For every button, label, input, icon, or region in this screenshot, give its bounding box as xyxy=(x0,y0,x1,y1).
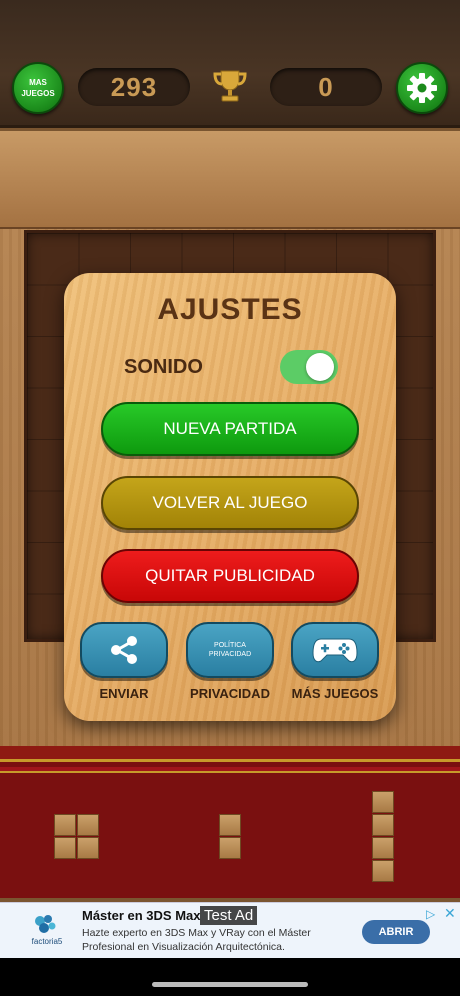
settings-button[interactable] xyxy=(396,62,448,114)
block-piece[interactable] xyxy=(77,814,99,836)
settings-dialog: AJUSTES SONIDO NUEVA PARTIDA VOLVER AL J… xyxy=(64,273,396,721)
privacy-label: PRIVACIDAD xyxy=(190,686,270,701)
remove-ads-button[interactable]: QUITAR PUBLICIDAD xyxy=(101,549,359,603)
gamepad-icon xyxy=(312,638,358,663)
block-piece[interactable] xyxy=(54,837,76,859)
share-label: ENVIAR xyxy=(99,686,149,701)
sound-toggle[interactable] xyxy=(280,350,338,384)
best-score-display: 0 xyxy=(270,68,382,106)
block-piece[interactable] xyxy=(219,837,241,859)
share-icon xyxy=(111,636,137,664)
sound-label: SONIDO xyxy=(124,356,203,378)
ad-brand: factoria5 xyxy=(32,937,63,946)
block-piece[interactable] xyxy=(372,791,394,813)
wood-plank xyxy=(0,131,460,229)
ad-choices-icon[interactable]: ▷ xyxy=(426,907,435,921)
close-icon[interactable]: ✕ xyxy=(444,905,456,922)
block-piece[interactable] xyxy=(219,814,241,836)
toggle-knob xyxy=(306,353,334,381)
factoria5-logo: factoria5 xyxy=(32,915,63,946)
more-games-line1: MAS xyxy=(29,78,47,87)
tray-band xyxy=(0,767,460,773)
piece-tray xyxy=(0,746,460,898)
tray-band xyxy=(0,746,460,762)
privacy-icon-line2: PRIVACIDAD xyxy=(208,651,252,658)
ad-title[interactable]: Máster en 3DS Max xyxy=(82,908,201,923)
back-to-game-button[interactable]: VOLVER AL JUEGO xyxy=(101,476,359,530)
test-ad-tag: Test Ad xyxy=(200,906,258,925)
block-piece[interactable] xyxy=(54,814,76,836)
more-games-line2: JUEGOS xyxy=(21,89,55,98)
privacy-icon-line1: POLÍTICA xyxy=(214,642,246,649)
block-piece[interactable] xyxy=(77,837,99,859)
ad-description: Hazte experto en 3DS Max y VRay con el M… xyxy=(82,927,311,953)
trophy-icon xyxy=(213,70,247,102)
more-games-button[interactable]: MAS JUEGOS xyxy=(12,62,64,114)
gear-icon xyxy=(407,73,437,103)
system-nav-bar xyxy=(0,958,460,996)
ad-open-button[interactable]: ABRIR xyxy=(362,920,430,944)
more-games-label: MÁS JUEGOS xyxy=(291,686,379,701)
block-piece[interactable] xyxy=(372,837,394,859)
home-indicator[interactable] xyxy=(152,982,308,987)
new-game-button[interactable]: NUEVA PARTIDA xyxy=(101,402,359,456)
more-games-dialog-button[interactable] xyxy=(291,622,379,678)
block-piece[interactable] xyxy=(372,814,394,836)
top-bar: MAS JUEGOS 293 0 xyxy=(0,0,460,128)
privacy-button[interactable]: POLÍTICA PRIVACIDAD xyxy=(186,622,274,678)
score-display: 293 xyxy=(78,68,190,106)
share-button[interactable] xyxy=(80,622,168,678)
dialog-title: AJUSTES xyxy=(157,293,303,326)
ad-banner[interactable]: factoria5 Máster en 3DS Max Hazte expert… xyxy=(0,902,460,958)
block-piece[interactable] xyxy=(372,860,394,882)
